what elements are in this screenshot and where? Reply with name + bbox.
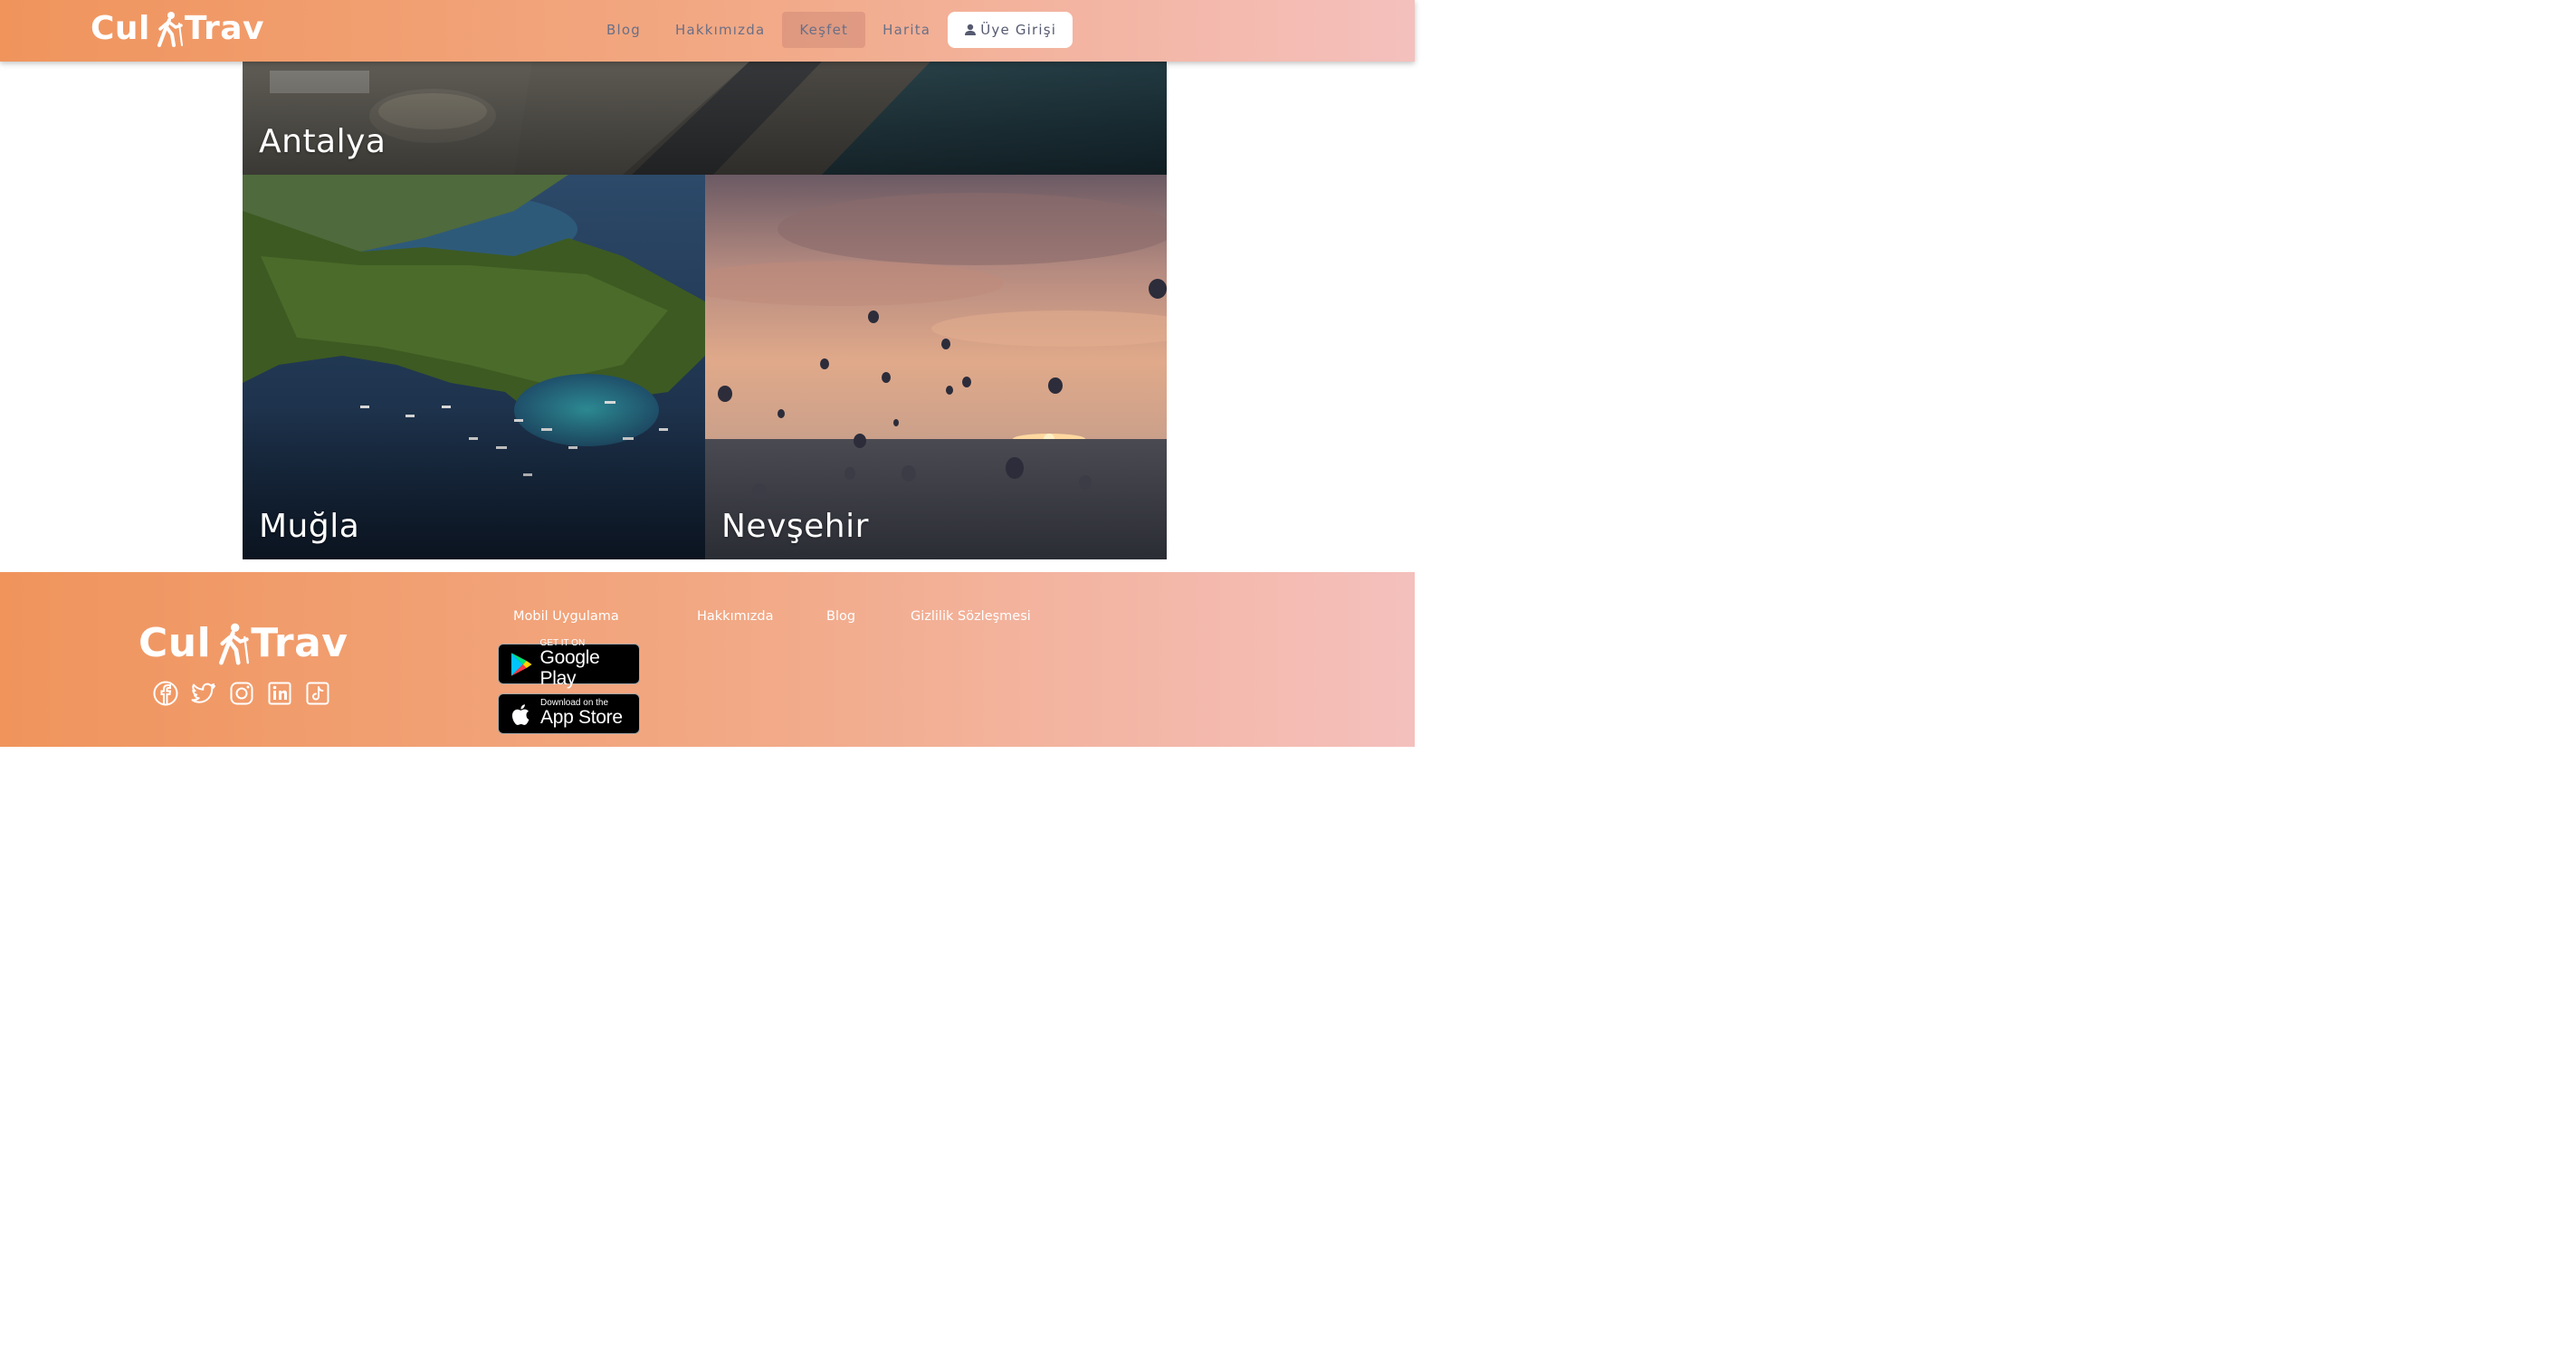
cultrav-logo[interactable]: Cul Trav <box>91 9 264 49</box>
footer-logo-text-left: Cul <box>138 620 212 666</box>
app-store-badge[interactable]: Download on the App Store <box>498 693 640 734</box>
footer-link-hakkimizda[interactable]: Hakkımızda <box>697 609 773 624</box>
footer-logo-text-right: Trav <box>251 620 348 666</box>
nav-blog[interactable]: Blog <box>589 12 658 48</box>
google-play-big-text: Google Play <box>539 647 600 689</box>
city-card-mugla[interactable]: Muğla <box>243 175 705 559</box>
city-label-nevsehir: Nevşehir <box>721 508 869 545</box>
facebook-icon[interactable] <box>152 680 179 707</box>
tiktok-icon[interactable] <box>304 680 331 707</box>
footer-link-blog[interactable]: Blog <box>826 609 855 624</box>
apple-icon <box>511 703 530 725</box>
city-card-antalya[interactable]: Antalya <box>243 62 1167 175</box>
mugla-image <box>243 175 705 559</box>
login-label: Üye Girişi <box>980 22 1057 38</box>
top-navbar: Cul Trav Blog Hakkımızda Keşfet Harita Ü… <box>0 0 1415 62</box>
footer: Cul Trav Mobil Uygulama Hakkımızda Blog <box>0 572 1415 747</box>
nav-hakkimizda[interactable]: Hakkımızda <box>658 12 782 48</box>
city-label-mugla: Muğla <box>259 508 360 545</box>
google-play-badge[interactable]: GET IT ON Google Play <box>498 639 640 688</box>
nav-harita[interactable]: Harita <box>865 12 948 48</box>
city-card-nevsehir[interactable]: Nevşehir <box>705 175 1167 559</box>
footer-link-mobil-uygulama[interactable]: Mobil Uygulama <box>513 609 619 624</box>
linkedin-icon[interactable] <box>266 680 293 707</box>
footer-logo[interactable]: Cul Trav <box>138 621 348 666</box>
twitter-icon[interactable] <box>190 680 217 707</box>
walker-icon <box>157 12 183 47</box>
main-nav: Blog Hakkımızda Keşfet Harita Üye Girişi <box>589 12 1073 48</box>
logo-text-right: Trav <box>184 10 265 47</box>
google-play-icon <box>510 652 532 676</box>
user-icon <box>965 24 977 35</box>
nevsehir-image <box>705 175 1167 559</box>
app-store-big-text: App Store <box>540 707 623 729</box>
social-links <box>152 680 331 707</box>
login-button[interactable]: Üye Girişi <box>948 12 1073 48</box>
walker-icon <box>219 623 250 665</box>
logo-text-left: Cul <box>91 10 150 47</box>
instagram-icon[interactable] <box>228 680 255 707</box>
city-label-antalya: Antalya <box>259 123 386 160</box>
footer-link-gizlilik[interactable]: Gizlilik Sözleşmesi <box>911 609 1031 624</box>
nav-kesfet[interactable]: Keşfet <box>782 12 866 48</box>
